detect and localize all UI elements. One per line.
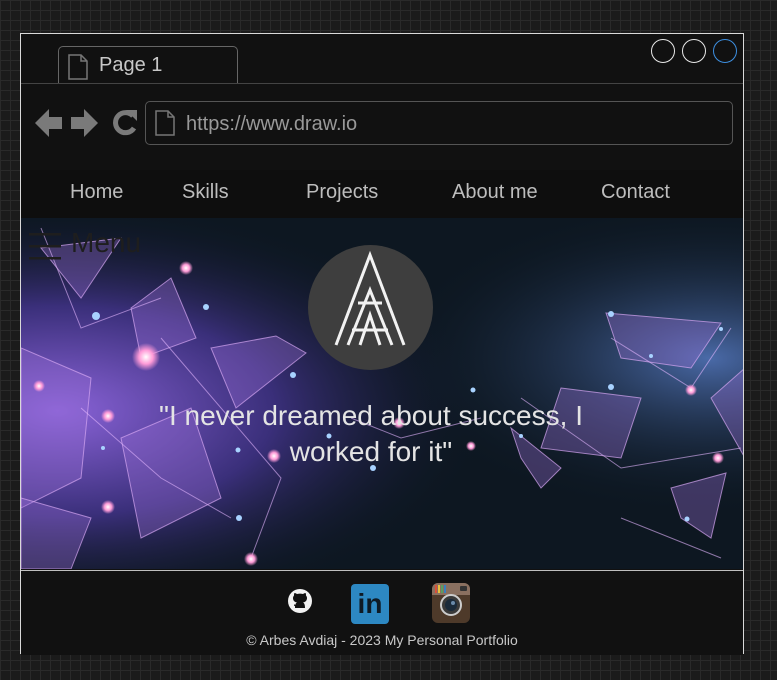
document-icon: [154, 110, 176, 141]
hamburger-menu-icon[interactable]: [29, 231, 63, 268]
tab-label: Page 1: [99, 54, 163, 76]
maximize-button[interactable]: [682, 39, 706, 63]
address-row: https://www.draw.io: [21, 84, 743, 169]
address-bar[interactable]: https://www.draw.io: [145, 101, 733, 145]
document-icon: [67, 54, 89, 85]
menu-label[interactable]: Menu: [71, 227, 141, 259]
github-icon[interactable]: [287, 588, 313, 619]
hero-section: Menu "I never dreamed about success, I w…: [21, 218, 743, 569]
tab-page-1[interactable]: Page 1: [58, 46, 238, 84]
nav-projects[interactable]: Projects: [306, 181, 378, 204]
quote-line-2: worked for it": [289, 436, 453, 467]
nav-skills[interactable]: Skills: [182, 181, 229, 204]
nav-about-me[interactable]: About me: [452, 181, 538, 204]
site-logo: [308, 245, 433, 370]
browser-window: Page 1 https://www.draw.io Home Skills P…: [20, 33, 744, 655]
nav-home[interactable]: Home: [70, 181, 123, 204]
minimize-button[interactable]: [651, 39, 675, 63]
linkedin-label: in: [357, 588, 383, 619]
site-footer: in © Arbes Avdiaj - 2023 My Personal Por…: [21, 570, 743, 655]
nav-contact[interactable]: Contact: [601, 181, 670, 204]
logo-mark-icon: [334, 250, 406, 346]
hero-quote: "I never dreamed about success, I worked…: [121, 398, 621, 470]
forward-arrow-icon[interactable]: [70, 106, 100, 145]
tab-bar: Page 1: [21, 34, 743, 84]
site-navigation: Home Skills Projects About me Contact: [21, 170, 743, 218]
reload-icon[interactable]: [109, 106, 139, 145]
close-button[interactable]: [713, 39, 737, 63]
linkedin-icon[interactable]: in: [351, 584, 389, 624]
copyright-text: © Arbes Avdiaj - 2023 My Personal Portfo…: [246, 632, 518, 648]
url-text: https://www.draw.io: [186, 113, 358, 135]
back-arrow-icon[interactable]: [33, 106, 63, 145]
instagram-icon[interactable]: [432, 583, 470, 623]
quote-line-1: "I never dreamed about success, I: [159, 400, 583, 431]
